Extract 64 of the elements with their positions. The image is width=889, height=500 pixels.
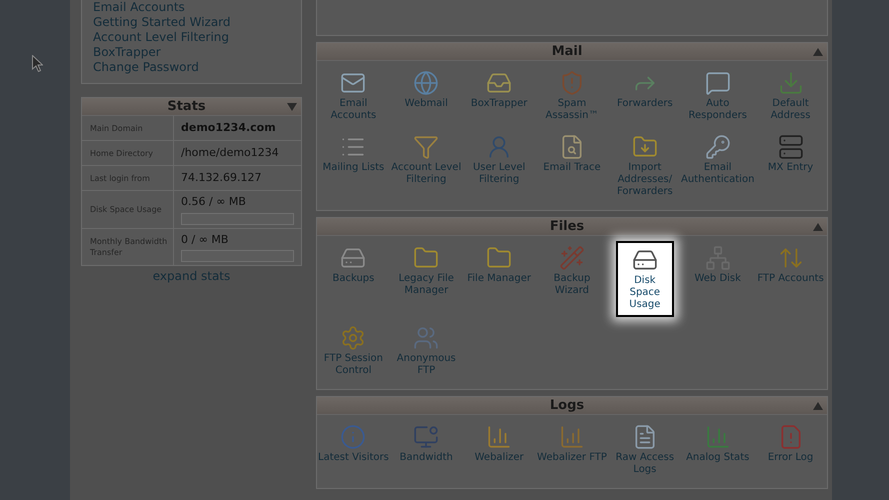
section-title: Logs [550,399,584,412]
tool-link[interactable]: Default Address [754,66,827,126]
download-icon [778,70,804,96]
monitor-icon [413,424,440,450]
tool-link[interactable]: Analog Stats [682,420,754,480]
tool-link[interactable]: Spam Assassin™ [536,66,608,126]
tool-link[interactable]: Error Log [754,420,827,480]
section-title: Files [550,220,584,233]
tool-link[interactable]: Disk Space Usage [616,241,674,317]
tool-link[interactable]: FTP Accounts [754,241,827,317]
mouse-cursor-icon [32,55,43,72]
tool-link[interactable]: Webalizer [463,420,536,480]
info-icon [340,424,366,450]
tool-link[interactable]: Webalizer FTP [536,420,608,480]
tool-link[interactable]: MX Entry [754,130,827,202]
sidebar-link[interactable]: Email Accounts [93,0,301,15]
stat-value: 0 / ∞ MB [181,232,230,248]
tool-link[interactable]: Legacy File Manager [390,241,462,317]
tool-link[interactable]: File Manager [463,241,536,317]
expand-stats-link[interactable]: expand stats [152,267,230,285]
sidebar-link[interactable]: Getting Started Wizard [93,15,301,30]
tool-link[interactable]: Anonymous FTP [390,321,462,381]
sidebar-link[interactable]: BoxTrapper [93,45,301,60]
bar-chart-icon [486,424,512,450]
stat-value: 0.56 / ∞ MB [181,194,247,210]
tool-link[interactable]: Latest Visitors [317,420,390,480]
tool-link[interactable]: Forwarders [608,66,681,126]
tool-link[interactable]: Email Trace [536,130,608,202]
tool-link[interactable]: Web Disk [682,241,754,317]
tool-link[interactable]: Account Level Filtering [390,130,462,202]
tool-link[interactable]: Webmail [390,66,462,126]
tool-link[interactable]: User Level Filtering [463,130,536,202]
gear-icon [340,325,366,351]
tool-link[interactable]: Raw Access Logs [608,420,681,480]
tool-link[interactable]: Auto Responders [682,66,754,126]
tool-link[interactable]: Mailing Lists [317,130,390,202]
users-icon [413,325,440,351]
sidebar-link[interactable]: Change Password [93,60,301,75]
collapse-icon[interactable] [287,102,297,110]
tool-link[interactable]: Backups [317,241,390,317]
bar-chart-icon [704,424,731,450]
section-title: Mail [552,45,582,58]
key-icon [704,134,731,160]
stat-value: 74.132.69.127 [181,170,262,186]
bar-chart-icon [558,424,585,450]
wand-icon [558,245,585,271]
tool-link[interactable]: Bandwidth [390,420,462,480]
stat-value: demo1234.com [181,120,277,136]
section-title: Stats [167,100,206,113]
tool-link[interactable]: BoxTrapper [463,66,536,126]
speech-bubble-icon [704,70,731,96]
tool-link[interactable]: Email Accounts [317,66,390,126]
tool-link[interactable]: Email Authentication [682,130,754,202]
filter-icon [413,134,440,160]
server-icon [778,134,804,160]
sidebar-link[interactable]: Account Level Filtering [93,30,301,45]
collapse-icon[interactable] [813,402,823,410]
stat-value: /home/demo1234 [181,144,280,161]
tool-link[interactable]: Import Addresses/ Forwarders [608,130,681,202]
globe-icon [413,70,440,96]
tool-link[interactable]: FTP Session Control [317,321,390,381]
collapse-icon[interactable] [813,48,823,56]
tool-link[interactable]: Backup Wizard [536,241,608,317]
collapse-icon[interactable] [813,222,823,230]
